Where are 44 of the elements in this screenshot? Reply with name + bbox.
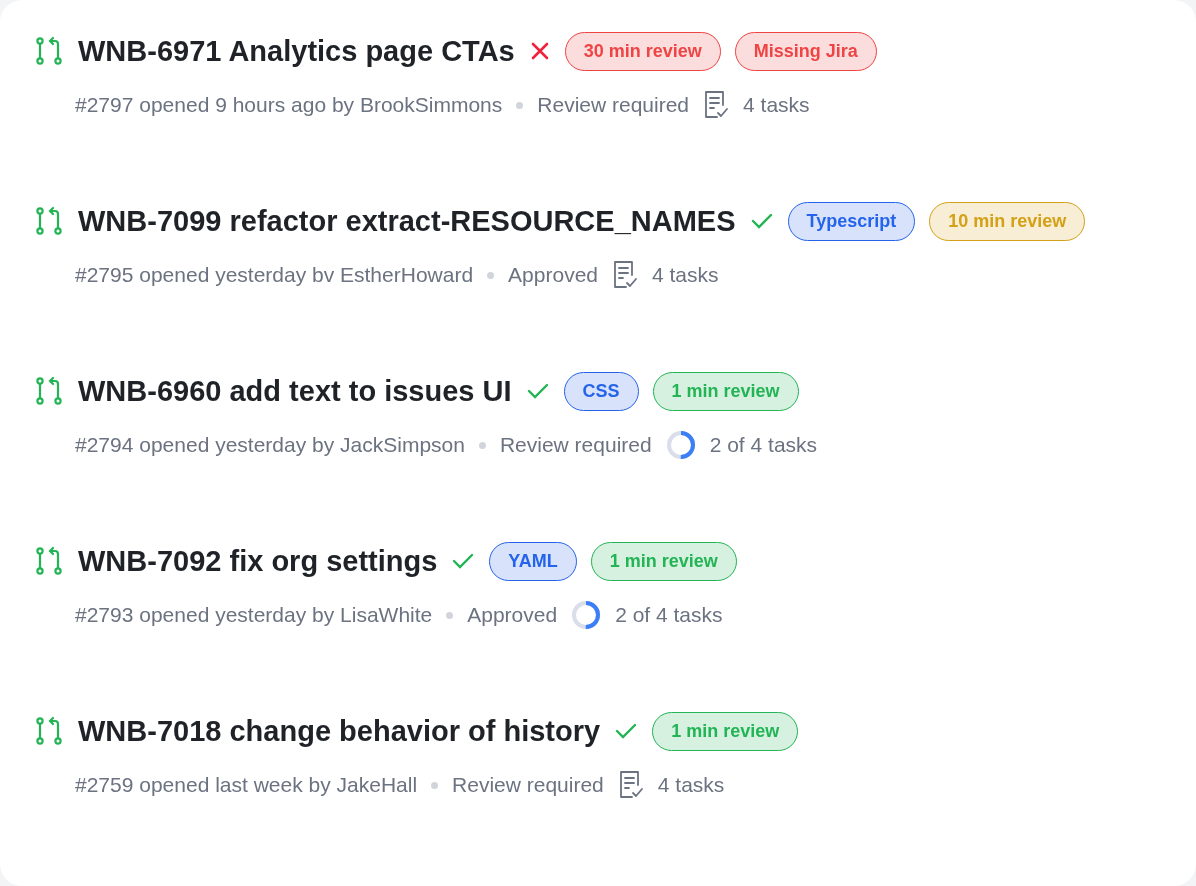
- pull-request-meta: #2797 opened 9 hours ago by BrookSimmons: [75, 93, 503, 117]
- task-count: 4 tasks: [743, 93, 810, 117]
- tag: 10 min review: [929, 201, 1086, 241]
- tag: YAML: [489, 541, 577, 581]
- pull-request-meta: #2794 opened yesterday by JackSimpson: [75, 433, 465, 457]
- separator-dot: [478, 441, 486, 449]
- tag: CSS: [563, 371, 639, 411]
- pull-request-meta: #2793 opened yesterday by LisaWhite: [75, 603, 433, 627]
- pull-request-title[interactable]: WNB-7092 fix org settings: [78, 544, 438, 578]
- progress-ring-icon: [571, 600, 602, 630]
- pull-request-icon: [34, 376, 64, 406]
- separator-dot: [446, 611, 454, 619]
- review-status: Approved: [508, 263, 598, 287]
- review-status: Review required: [537, 93, 690, 117]
- task-count: 4 tasks: [657, 773, 725, 797]
- tag: Typescript: [787, 201, 916, 241]
- pull-request-title[interactable]: WNB-6971 Analytics page CTAs: [78, 34, 515, 68]
- pull-request-title[interactable]: WNB-6960 add text to issues UI: [78, 374, 512, 408]
- separator-dot: [431, 781, 439, 789]
- pull-request-meta: #2795 opened yesterday bv EstherHoward: [75, 263, 474, 287]
- checklist-icon: [703, 90, 730, 120]
- separator-dot: [487, 271, 495, 279]
- checklist-icon: [617, 770, 644, 800]
- pull-request-title[interactable]: WNB-7099 refactor extract-RESOURCE_NAMES: [78, 204, 736, 238]
- tag: 1 min review: [590, 541, 737, 581]
- tag: 1 min review: [652, 371, 799, 411]
- progress-ring-icon: [665, 430, 696, 460]
- review-status: Approved: [467, 603, 558, 627]
- review-status: Review required: [452, 773, 604, 797]
- tag: 1 min review: [652, 711, 799, 751]
- pull-request-title[interactable]: WNB-7018 change behavior of history: [78, 714, 601, 748]
- tag: 30 min review: [564, 31, 721, 71]
- review-status: Review required: [499, 433, 652, 457]
- task-count: 4 tasks: [652, 263, 719, 287]
- pull-request-icon: [34, 206, 64, 236]
- task-count: 2 of 4 tasks: [615, 603, 723, 627]
- pull-request-icon: [34, 36, 64, 66]
- task-count: 2 of 4 tasks: [709, 433, 818, 457]
- separator-dot: [516, 101, 524, 109]
- pull-request-icon: [34, 546, 64, 576]
- tag: Missing Jira: [734, 31, 877, 71]
- pull-request-icon: [34, 716, 64, 746]
- checklist-icon: [612, 260, 638, 290]
- pull-request-meta: #2759 opened last week by JakeHall: [75, 773, 418, 797]
